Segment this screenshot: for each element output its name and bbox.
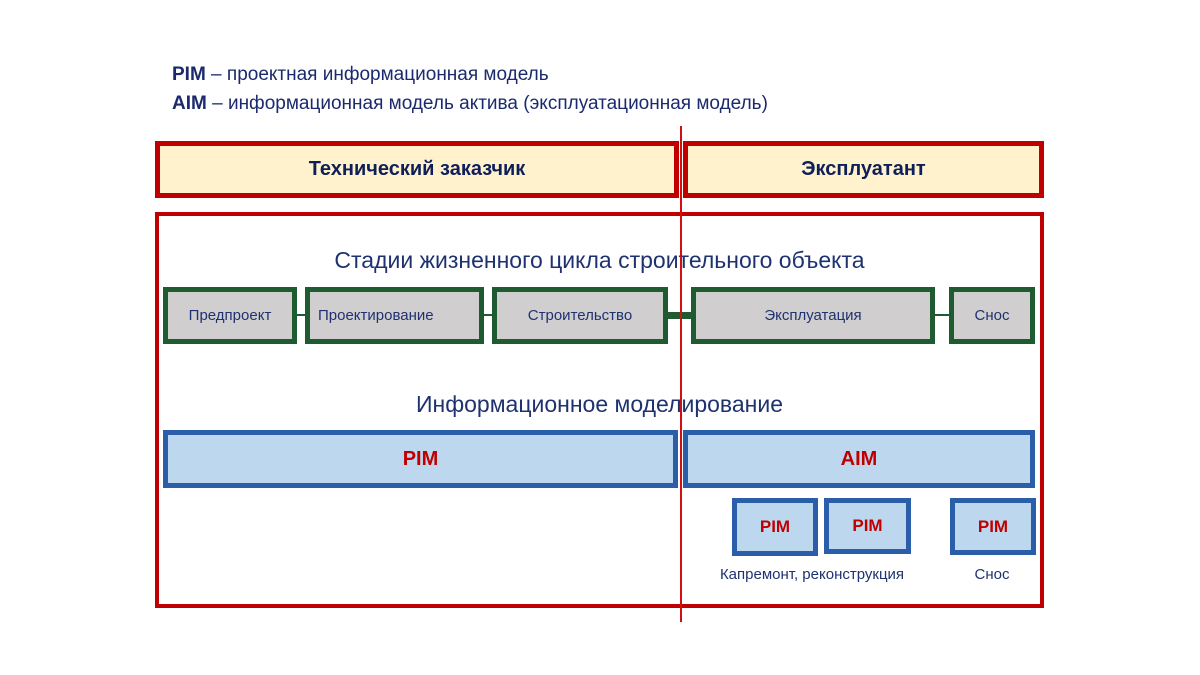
pim-box-label: PIM: [977, 516, 1009, 536]
role-operator: Эксплуатант: [683, 141, 1044, 198]
pim-bar-label: PIM: [402, 447, 439, 470]
role-operator-label: Эксплуатант: [801, 158, 926, 180]
stage-demolition: Снос: [949, 287, 1035, 344]
pim-box-label: PIM: [852, 516, 883, 535]
legend-pim-abbr: PIM: [172, 64, 206, 85]
pim-box-overhaul-1: PIM: [732, 498, 818, 556]
pim-box-demolition: PIM: [950, 498, 1036, 555]
connector-operation-demolition: [934, 314, 950, 316]
legend-pim: PIM – проектная информационная модель: [172, 64, 549, 86]
modeling-title: Информационное моделирование: [415, 391, 784, 417]
caption-overhaul: Капремонт, реконструкция: [719, 566, 905, 583]
legend-aim-text: – информационная модель актива (эксплуат…: [206, 93, 768, 114]
stage-operation: Эксплуатация: [691, 287, 935, 344]
stage-design-label: Проектирование: [318, 307, 434, 324]
stage-preproject: Предпроект: [163, 287, 297, 344]
aim-bar: AIM: [683, 430, 1035, 488]
pim-box-overhaul-2: PIM: [824, 498, 911, 554]
responsibility-divider-line: [680, 126, 682, 622]
legend-aim-abbr: AIM: [172, 93, 207, 114]
aim-bar-label: AIM: [840, 447, 878, 470]
legend-aim: AIM – информационная модель актива (эксп…: [172, 93, 768, 115]
pim-box-label: PIM: [759, 517, 791, 536]
lifecycle-title: Стадии жизненного цикла строительного об…: [334, 247, 865, 273]
role-technical-customer: Технический заказчик: [155, 141, 679, 198]
stage-demolition-label: Снос: [974, 307, 1010, 324]
role-technical-customer-label: Технический заказчик: [308, 158, 526, 180]
stage-operation-label: Эксплуатация: [764, 307, 862, 324]
legend-pim-text: – проектная информационная модель: [205, 64, 549, 85]
stage-construction-label: Строительство: [527, 307, 633, 324]
stage-construction: Строительство: [492, 287, 668, 344]
stage-design: Проектирование: [305, 287, 484, 344]
pim-bar: PIM: [163, 430, 678, 488]
caption-demolition: Снос: [974, 566, 1010, 583]
stage-preproject-label: Предпроект: [188, 307, 272, 324]
